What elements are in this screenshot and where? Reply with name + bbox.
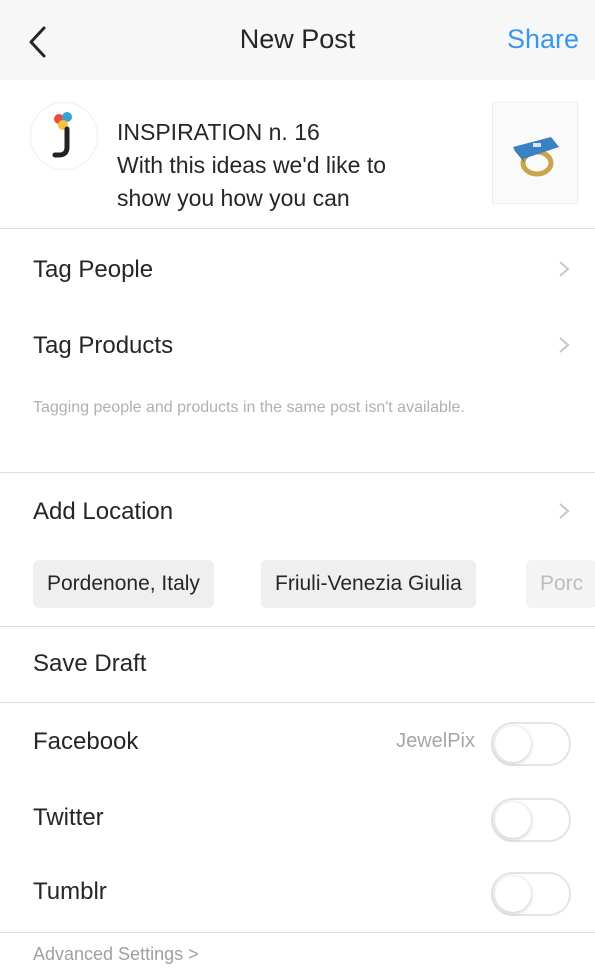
location-chip[interactable]: Porc [526,560,595,608]
ring-thumbnail-icon [513,137,559,177]
twitter-label: Twitter [33,804,104,831]
tagging-helper-text: Tagging people and products in the same … [33,399,465,416]
tumblr-toggle[interactable] [491,872,571,916]
toggle-knob [495,802,531,838]
chevron-right-icon [559,503,570,519]
location-chip[interactable]: Friuli-Venezia Giulia [261,560,476,608]
chevron-right-icon [559,337,570,353]
location-chip[interactable]: Pordenone, Italy [33,560,214,608]
tumblr-row: Tumblr [0,854,595,930]
post-header: INSPIRATION n. 16 With this ideas we'd l… [0,80,595,228]
tag-products-label: Tag Products [33,332,174,359]
facebook-account: JewelPix [396,730,475,752]
save-draft-label: Save Draft [33,650,147,677]
post-thumbnail [492,102,578,204]
advanced-settings-link[interactable]: Advanced Settings > [33,944,199,965]
tag-people-label: Tag People [33,256,154,283]
toggle-knob [495,726,531,762]
divider [0,472,595,473]
add-location-row[interactable]: Add Location [0,474,595,550]
twitter-toggle[interactable] [491,798,571,842]
caption-line: With this ideas we'd like to [117,152,387,178]
divider [0,702,595,703]
jewelpix-logo-icon [52,112,72,158]
add-location-label: Add Location [33,498,174,525]
navigation-bar: New Post Share [0,0,595,81]
page-title: New Post [239,24,356,54]
facebook-toggle[interactable] [491,722,571,766]
location-suggestions: Pordenone, Italy Friuli-Venezia Giulia P… [0,560,595,620]
tag-people-row[interactable]: Tag People [0,232,595,308]
tag-products-row[interactable]: Tag Products [0,308,595,384]
tumblr-label: Tumblr [33,878,107,905]
toggle-knob [495,876,531,912]
share-button[interactable]: Share [507,24,579,55]
chevron-right-icon [559,261,570,277]
twitter-row: Twitter [0,780,595,856]
facebook-row: Facebook JewelPix [0,704,595,780]
divider [0,932,595,933]
caption-line: show you how you can [117,185,350,211]
facebook-label: Facebook [33,728,139,755]
avatar [30,102,98,170]
divider [0,228,595,229]
caption-text[interactable]: INSPIRATION n. 16 With this ideas we'd l… [117,116,477,215]
caption-line: INSPIRATION n. 16 [117,119,320,145]
save-draft-row[interactable]: Save Draft [0,626,595,702]
